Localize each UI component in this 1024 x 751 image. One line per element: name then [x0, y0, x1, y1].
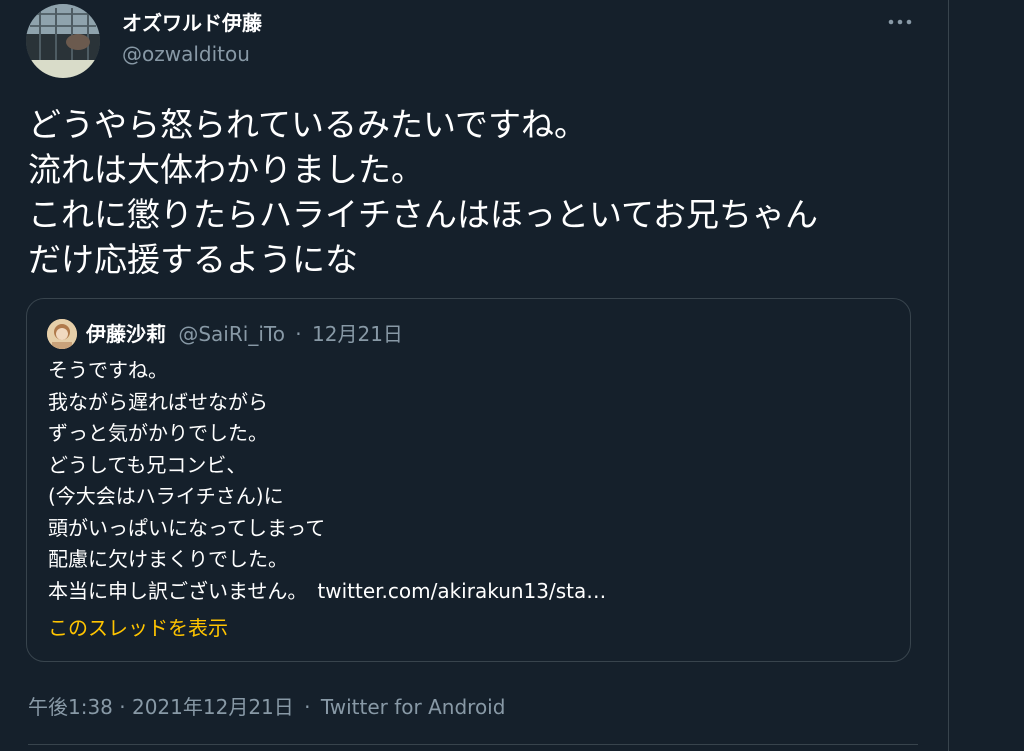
tweet-text-line: 流れは大体わかりました。: [28, 150, 424, 189]
tweet-text: どうやら怒られているみたいですね。 流れは大体わかりました。 これに懲りたらハラ…: [28, 102, 928, 282]
show-thread-link[interactable]: このスレッドを表示: [48, 612, 228, 641]
quoted-author-name: 伊藤沙莉: [86, 322, 166, 346]
quoted-tweet-text: そうですね。 我ながら遅ればせながら ずっと気がかりでした。 どうしても兄コンビ…: [48, 355, 606, 607]
quoted-text-line: 頭がいっぱいになってしまって: [48, 515, 326, 540]
more-options-button[interactable]: [883, 10, 917, 34]
quoted-text-line: そうですね。: [48, 358, 168, 382]
quoted-text-line: どうしても兄コンビ、: [48, 452, 247, 477]
tweet-detail-page: オズワルド伊藤 @ozwalditou どうやら怒られているみたいですね。 流れ…: [0, 0, 1024, 751]
meta-separator: ·: [295, 322, 302, 346]
tweet-text-line: だけ応援するようにな: [28, 240, 358, 279]
quoted-author-avatar: [47, 319, 77, 349]
quoted-text-line: 配慮に欠けまくりでした。: [48, 547, 288, 571]
quoted-text-line-with-link: 本当に申し訳ございません。 twitter.com/akirakun13/sta…: [48, 576, 606, 608]
column-divider: [948, 0, 949, 751]
quoted-link[interactable]: twitter.com/akirakun13/sta…: [317, 579, 606, 603]
quoted-text-line: 我ながら遅ればせながら: [48, 389, 268, 414]
quoted-text-line: ずっと気がかりでした。: [48, 421, 268, 445]
quoted-tweet-card[interactable]: 伊藤沙莉 @SaiRi_iTo · 12月21日 そうですね。 我ながら遅ればせ…: [26, 298, 911, 662]
author-display-name[interactable]: オズワルド伊藤: [122, 7, 262, 36]
tweet-text-line: これに懲りたらハライチさんはほっといてお兄ちゃん: [28, 195, 819, 234]
tweet-timestamp[interactable]: 午後1:38 · 2021年12月21日: [28, 695, 294, 719]
author-handle[interactable]: @ozwalditou: [122, 42, 250, 66]
quoted-text-line: (今大会はハライチさん)に: [48, 484, 284, 508]
tweet-text-line: どうやら怒られているみたいですね。: [28, 105, 588, 144]
more-horizontal-icon: [888, 19, 912, 25]
divider: [28, 744, 918, 745]
author-avatar[interactable]: [26, 4, 100, 78]
quoted-text-fragment: 本当に申し訳ございません。: [48, 578, 308, 603]
tweet-source[interactable]: Twitter for Android: [321, 695, 506, 719]
meta-separator: ·: [304, 695, 311, 719]
quoted-tweet-header: 伊藤沙莉 @SaiRi_iTo · 12月21日: [86, 318, 403, 347]
quoted-author-handle: @SaiRi_iTo: [178, 322, 285, 346]
quoted-tweet-date: 12月21日: [312, 322, 403, 346]
tweet-metadata: 午後1:38 · 2021年12月21日 · Twitter for Andro…: [28, 691, 505, 720]
